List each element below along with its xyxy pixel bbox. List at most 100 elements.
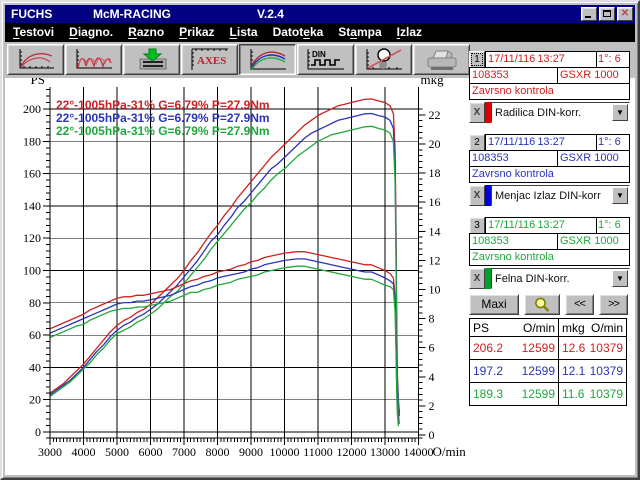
test-panel: Maxi << >> PS O/min mkg O/min bbox=[469, 51, 630, 476]
results-header: PS O/min mkg O/min bbox=[469, 318, 627, 337]
test-date: 17/11/116 bbox=[488, 135, 535, 150]
left-tick-label: 0 bbox=[35, 425, 41, 439]
menu-item-prikaz[interactable]: Prikaz bbox=[179, 25, 214, 39]
x-tick-label: 7000 bbox=[172, 445, 196, 459]
chevron-down-icon[interactable]: ▼ bbox=[612, 187, 628, 204]
printer-icon bbox=[419, 47, 465, 73]
left-axis-title: PS bbox=[31, 78, 45, 87]
panel-controls: Maxi << >> bbox=[469, 294, 630, 315]
test-model: GSXR 1000 bbox=[557, 233, 630, 250]
roller-button[interactable] bbox=[355, 44, 412, 75]
x-tick-label: 4000 bbox=[72, 445, 96, 459]
load-run-button[interactable] bbox=[123, 44, 180, 75]
header-ps-rpm: O/min bbox=[523, 321, 555, 335]
chevron-down-icon[interactable]: ▼ bbox=[612, 104, 628, 121]
curves-icon bbox=[71, 47, 117, 73]
multi-curve-button[interactable] bbox=[65, 44, 122, 75]
menu-item-stampa[interactable]: Stampa bbox=[338, 25, 381, 39]
menu-item-testovi[interactable]: Testovi bbox=[13, 25, 54, 39]
x-tick-label: 12000 bbox=[337, 445, 367, 459]
close-button[interactable]: ✕ bbox=[617, 7, 633, 21]
legend-entry-2: 22°-1005hPa-31% G=6.79% P=27.9Nm bbox=[56, 111, 270, 125]
left-tick-label: 100 bbox=[23, 264, 41, 278]
app-name: FUCHS bbox=[11, 5, 52, 23]
right-tick-label: 12 bbox=[429, 253, 441, 267]
results-row-1: 206.2 12599 12.6 10379 bbox=[469, 336, 627, 360]
right-axis-title: mkg bbox=[421, 78, 445, 87]
next-button[interactable]: >> bbox=[599, 294, 628, 315]
test-2-toggle-button[interactable]: X bbox=[469, 185, 485, 206]
max-mkg-rpm: 10379 bbox=[590, 364, 623, 378]
right-tick-label: 14 bbox=[429, 224, 441, 238]
maxi-button[interactable]: Maxi bbox=[469, 294, 519, 315]
left-tick-label: 20 bbox=[29, 393, 41, 407]
menu-item-datoteka[interactable]: Datoteka bbox=[273, 25, 324, 39]
right-tick-label: 20 bbox=[429, 137, 441, 151]
magnifier-icon bbox=[533, 296, 551, 313]
right-tick-label: 2 bbox=[429, 399, 435, 413]
test-2-select-button[interactable]: 2 bbox=[469, 134, 485, 151]
menu-bar: Testovi Diagno. Razno Prikaz Lista Datoteka St… bbox=[5, 23, 635, 42]
test-gear: 1°: 6 bbox=[596, 217, 630, 234]
test-1-select-button[interactable]: 1 bbox=[469, 51, 485, 68]
test-note: Zavrsno kontrola bbox=[469, 166, 630, 183]
header-mkg: mkg bbox=[562, 321, 585, 335]
max-ps-rpm: 12599 bbox=[522, 341, 555, 355]
x-tick-label: 11000 bbox=[303, 445, 333, 459]
max-ps-rpm: 12599 bbox=[522, 387, 555, 401]
color-curves-button[interactable] bbox=[239, 44, 296, 75]
test-model: GSXR 1000 bbox=[557, 67, 630, 84]
right-tick-label: 4 bbox=[429, 370, 435, 384]
max-mkg-rpm: 10379 bbox=[590, 341, 623, 355]
right-tick-label: 22 bbox=[429, 108, 441, 122]
max-ps: 189.3 bbox=[473, 387, 503, 401]
dyno-chart: 3000400050006000700080009000100001100012… bbox=[5, 78, 471, 462]
zoom-button[interactable] bbox=[524, 294, 560, 315]
window-title: McM-RACING bbox=[93, 5, 171, 23]
menu-item-lista[interactable]: Lista bbox=[230, 25, 258, 39]
header-ps: PS bbox=[473, 321, 489, 335]
test-code: 108353 bbox=[469, 233, 558, 250]
maximize-icon bbox=[603, 10, 611, 17]
din-correction-button[interactable]: DIN bbox=[297, 44, 354, 75]
results-row-2: 197.2 12599 12.1 10379 bbox=[469, 359, 627, 383]
minimize-button[interactable] bbox=[581, 7, 597, 21]
app-version: V.2.4 bbox=[257, 5, 284, 23]
legend-entry-3: 22°-1005hPa-31% G=6.79% P=27.9Nm bbox=[56, 124, 270, 138]
results-row-3: 189.3 12599 11.6 10379 bbox=[469, 382, 627, 406]
x-tick-label: 13000 bbox=[370, 445, 400, 459]
x-tick-label: 14000 bbox=[404, 445, 434, 459]
menu-item-diagno[interactable]: Diagno. bbox=[69, 25, 113, 39]
channel-label: Felna DIN-korr. bbox=[495, 273, 570, 285]
test-2-channel-select[interactable]: Menjac Izlaz DIN-korr ▼ bbox=[491, 185, 630, 206]
test-1-toggle-button[interactable]: X bbox=[469, 102, 485, 123]
menu-item-izlaz[interactable]: Izlaz bbox=[397, 25, 422, 39]
maximize-button[interactable] bbox=[599, 7, 615, 21]
axes-icon: AXES bbox=[187, 47, 233, 73]
load-icon bbox=[129, 47, 175, 73]
max-mkg: 12.1 bbox=[562, 364, 585, 378]
minimize-icon bbox=[585, 16, 591, 18]
right-tick-label: 8 bbox=[429, 312, 435, 326]
left-tick-label: 160 bbox=[23, 167, 41, 181]
din-icon: DIN bbox=[303, 47, 349, 73]
axes-button[interactable]: AXES bbox=[181, 44, 238, 75]
single-curve-button[interactable] bbox=[7, 44, 64, 75]
channel-label: Menjac Izlaz DIN-korr bbox=[495, 190, 601, 202]
test-time: 13:27 bbox=[537, 135, 565, 150]
prev-button[interactable]: << bbox=[565, 294, 594, 315]
test-model: GSXR 1000 bbox=[557, 150, 630, 167]
menu-item-razno[interactable]: Razno bbox=[128, 25, 164, 39]
window-controls: ✕ bbox=[581, 7, 633, 21]
chevron-down-icon[interactable]: ▼ bbox=[612, 270, 628, 287]
test-3-select-button[interactable]: 3 bbox=[469, 217, 485, 234]
max-mkg: 12.6 bbox=[562, 341, 585, 355]
x-axis-title: O/min bbox=[433, 444, 467, 459]
test-code: 108353 bbox=[469, 150, 558, 167]
right-tick-label: 16 bbox=[429, 195, 441, 209]
test-1-channel-select[interactable]: Radilica DIN-korr. ▼ bbox=[491, 102, 630, 123]
test-3-toggle-button[interactable]: X bbox=[469, 268, 485, 289]
left-tick-label: 40 bbox=[29, 360, 41, 374]
right-tick-label: 18 bbox=[429, 166, 441, 180]
test-3-channel-select[interactable]: Felna DIN-korr. ▼ bbox=[491, 268, 630, 289]
